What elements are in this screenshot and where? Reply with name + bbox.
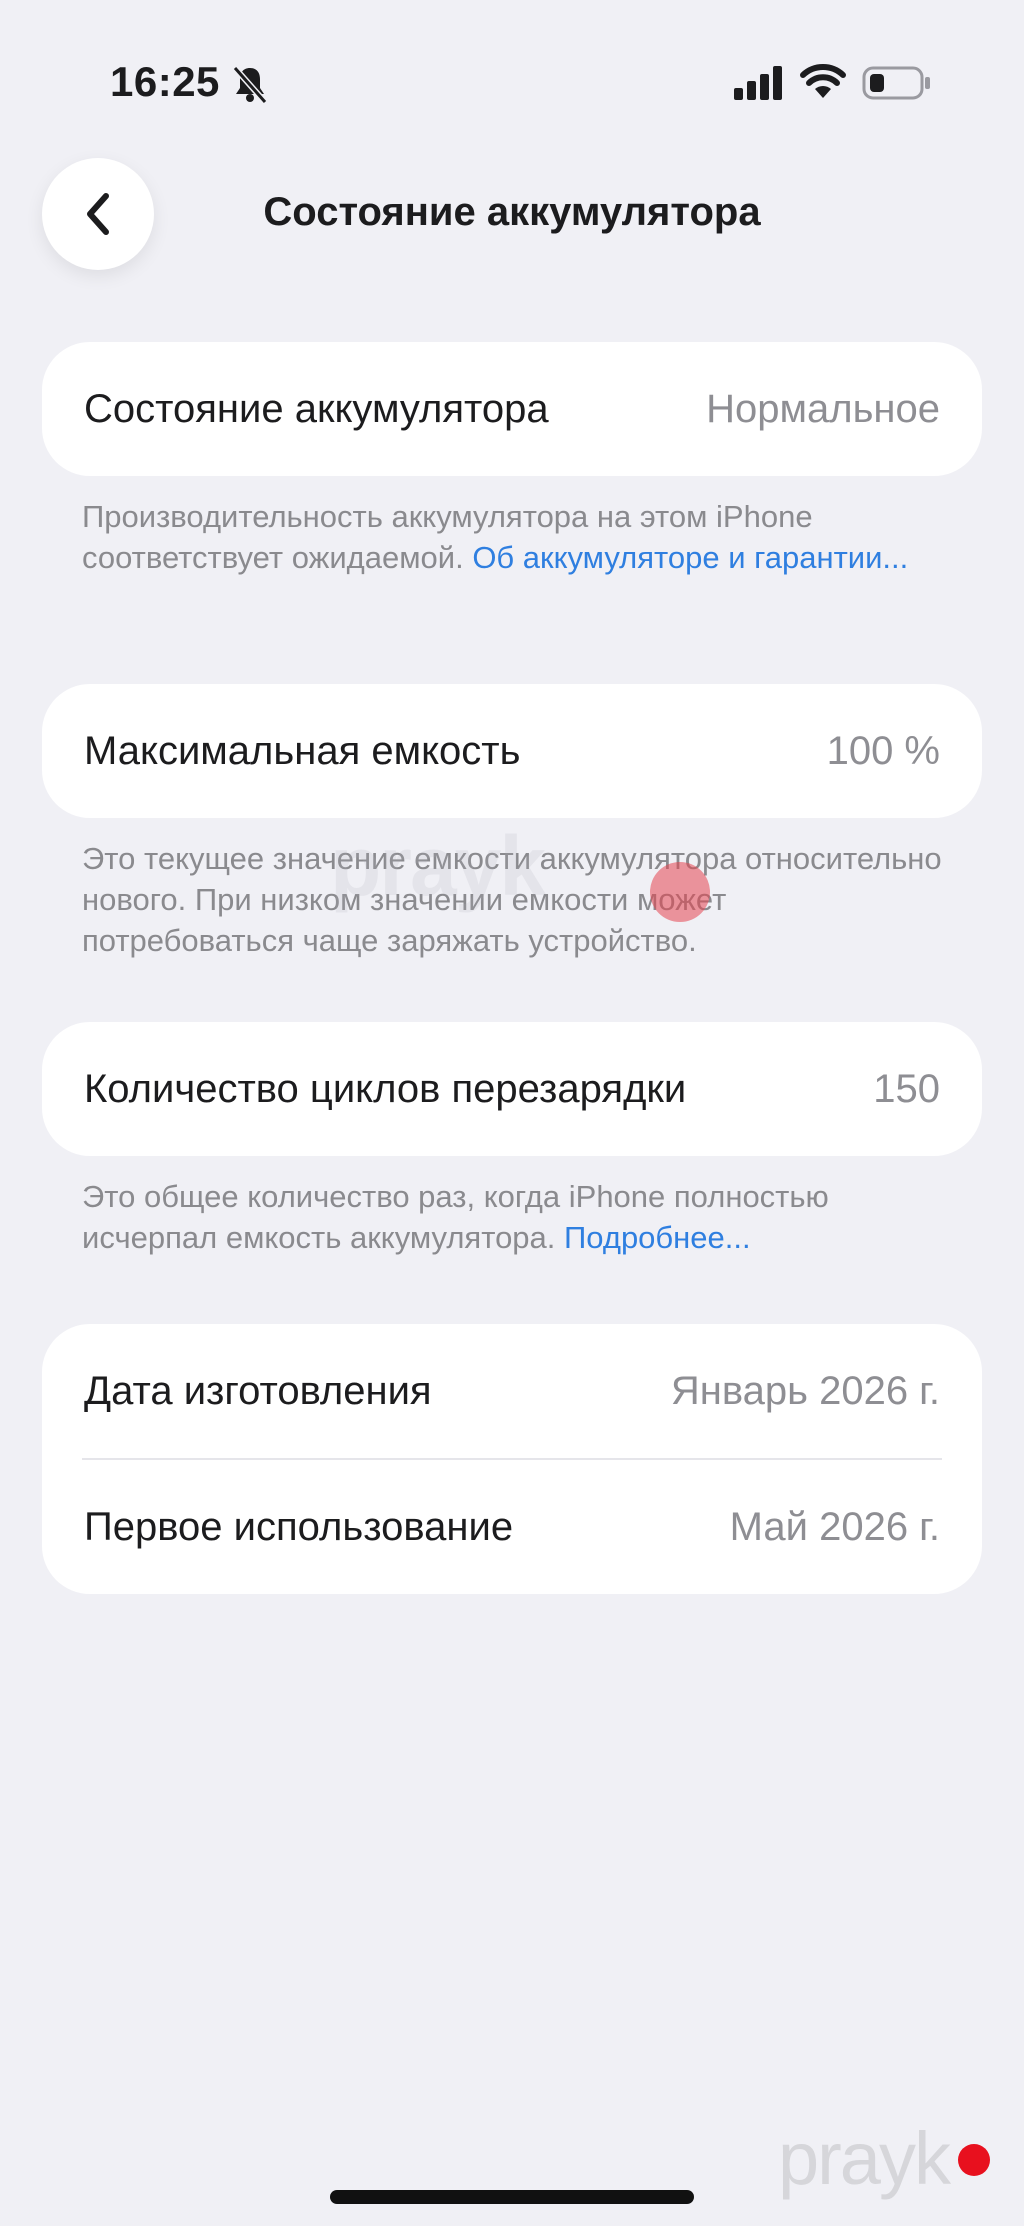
wifi-icon — [800, 64, 846, 98]
manufacture-date-row: Дата изготовления Январь 2026 г. — [42, 1324, 982, 1458]
max-capacity-card: Максимальная емкость 100 % — [42, 684, 982, 818]
first-use-value: Май 2026 г. — [729, 1504, 940, 1549]
center-watermark-dot — [650, 862, 710, 922]
status-bar: 16:25 — [0, 0, 1024, 150]
cycle-count-card: Количество циклов перезарядки 150 — [42, 1022, 982, 1156]
cycle-count-more-link[interactable]: Подробнее... — [564, 1220, 751, 1255]
max-capacity-value: 100 % — [826, 728, 940, 773]
manufacture-date-label: Дата изготовления — [84, 1368, 432, 1413]
battery-warranty-link[interactable]: Об аккумуляторе и гарантии... — [472, 540, 908, 575]
battery-health-label: Состояние аккумулятора — [84, 386, 549, 431]
first-use-row: Первое использование Май 2026 г. — [42, 1460, 982, 1594]
battery-health-footnote: Производительность аккумулятора на этом … — [82, 496, 942, 578]
max-capacity-label: Максимальная емкость — [84, 728, 521, 773]
cycle-count-row: Количество циклов перезарядки 150 — [42, 1022, 982, 1156]
bell-slash-icon — [232, 66, 268, 104]
cycle-count-footnote: Это общее количество раз, когда iPhone п… — [82, 1176, 942, 1258]
brand-logo-dot — [958, 2144, 990, 2176]
cellular-signal-icon — [734, 66, 782, 100]
max-capacity-row: Максимальная емкость 100 % — [42, 684, 982, 818]
cycle-count-label: Количество циклов перезарядки — [84, 1066, 687, 1111]
center-watermark: prayk — [330, 819, 546, 913]
status-time: 16:25 — [110, 58, 220, 105]
cycle-count-value: 150 — [873, 1066, 940, 1111]
battery-health-card: Состояние аккумулятора Нормальное — [42, 342, 982, 476]
manufacture-date-value: Январь 2026 г. — [670, 1368, 940, 1413]
page-title-text: Состояние аккумулятора — [263, 190, 761, 234]
brand-logo: prayk — [778, 2117, 951, 2200]
home-indicator[interactable] — [330, 2190, 694, 2204]
battery-health-row: Состояние аккумулятора Нормальное — [42, 342, 982, 476]
first-use-label: Первое использование — [84, 1504, 514, 1549]
battery-low-icon — [862, 66, 930, 100]
dates-card: Дата изготовления Январь 2026 г. Первое … — [42, 1324, 982, 1594]
page-title: Состояние аккумулятора — [0, 190, 1024, 235]
battery-health-value: Нормальное — [706, 386, 940, 431]
